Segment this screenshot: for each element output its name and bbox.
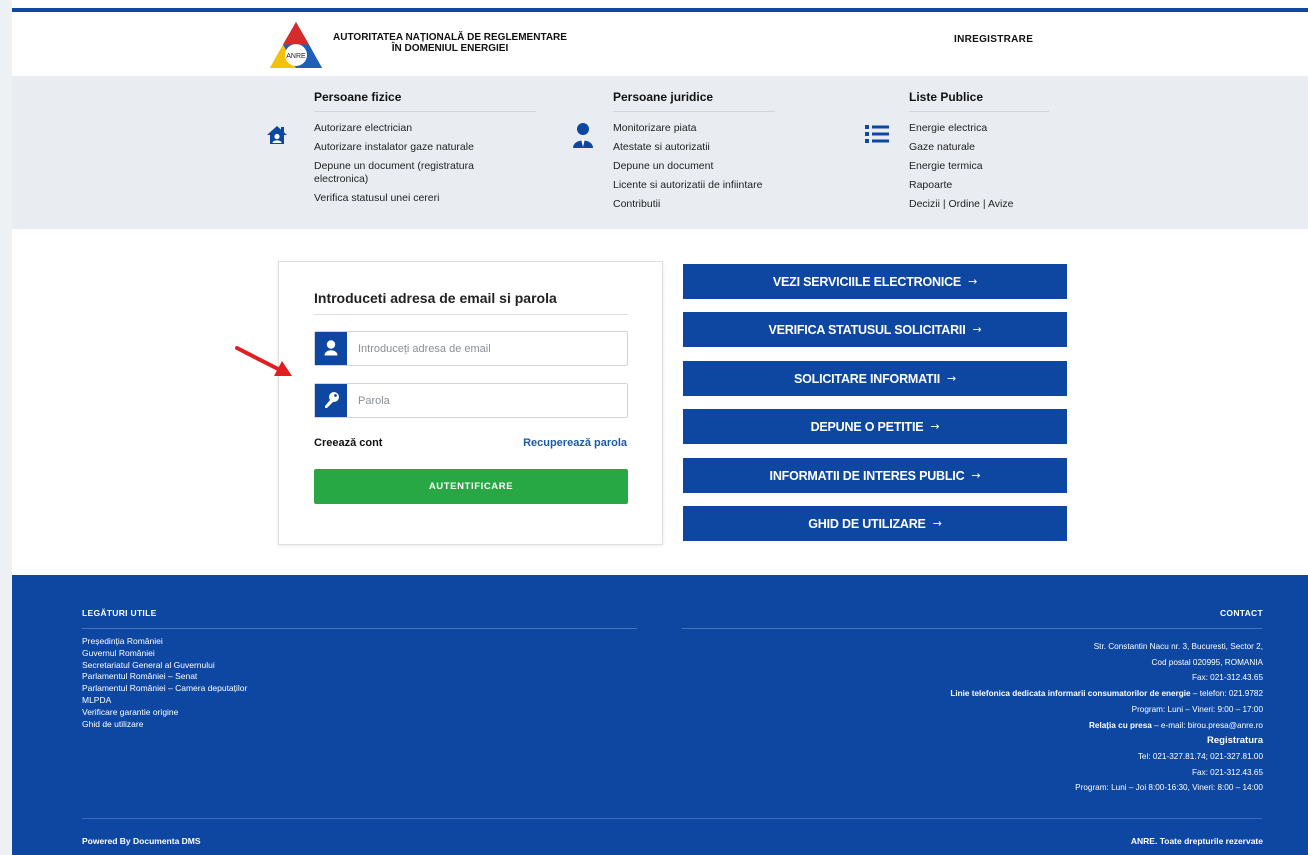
logo-text: ANRE xyxy=(286,53,306,60)
action-label: INFORMATII DE INTERES PUBLIC xyxy=(769,468,965,483)
footer-link-presidency[interactable]: Președinția României xyxy=(82,636,247,648)
nav-persons-title: Persoane fizice xyxy=(314,90,402,104)
annotation-arrow-icon xyxy=(235,346,292,376)
organization-name: AUTORITATEA NAȚIONALĂ DE REGLEMENTARE ÎN… xyxy=(330,32,570,54)
footer-link-government[interactable]: Guvernul României xyxy=(82,648,247,660)
footer-link-senate[interactable]: Parlamentul României – Senat xyxy=(82,671,247,683)
useful-links-list: Președinția României Guvernul României S… xyxy=(82,636,247,730)
footer-link-chamber[interactable]: Parlamentul României – Camera deputațilo… xyxy=(82,683,247,695)
press-email[interactable]: – e-mail: birou.presa@anre.ro xyxy=(1152,721,1263,730)
register-link[interactable]: INREGISTRARE xyxy=(954,34,1033,45)
org-name-line2: ÎN DOMENIUL ENERGIEI xyxy=(391,43,509,54)
footer-link-secretariat[interactable]: Secretariatul General al Guvernului xyxy=(82,660,247,672)
password-input[interactable] xyxy=(358,391,618,411)
main-navigation: Persoane fizice Autorizare electrician A… xyxy=(12,76,1308,229)
arrow-right-icon: → xyxy=(947,372,957,385)
nav-public-lists-title: Liste Publice xyxy=(909,90,984,104)
create-account-link[interactable]: Creează cont xyxy=(314,437,382,449)
nav-item-decisions[interactable]: Decizii | Ordine | Avize xyxy=(909,198,1109,211)
recover-password-link[interactable]: Recuperează parola xyxy=(523,437,627,449)
nav-item-licenses[interactable]: Licente si autorizatii de infiintare xyxy=(613,179,813,192)
hotline-phone: – telefon: 021.9782 xyxy=(1190,689,1263,699)
view-e-services-button[interactable]: VEZI SERVICIILE ELECTRONICE → xyxy=(683,264,1067,299)
contact-address: Str. Constantin Nacu nr. 3, Bucuresti, S… xyxy=(1093,642,1263,651)
nav-item-electrician[interactable]: Autorizare electrician xyxy=(314,122,514,135)
password-field[interactable] xyxy=(314,383,628,418)
arrow-right-icon: → xyxy=(930,420,940,433)
nav-item-thermal-energy[interactable]: Energie termica xyxy=(909,160,1109,173)
nav-item-contributions[interactable]: Contributii xyxy=(613,198,813,211)
action-label: GHID DE UTILIZARE xyxy=(808,516,926,531)
contact-postal: Cod postal 020995, ROMANIA xyxy=(1151,657,1264,667)
nav-public-lists-divider xyxy=(909,111,1049,112)
contact-program: Program: Luni – Vineri: 9:00 – 17:00 xyxy=(1131,704,1263,714)
nav-item-certificates[interactable]: Atestate si autorizatii xyxy=(613,141,813,154)
contact-hotline: Linie telefonica dedicata informarii con… xyxy=(950,686,1263,702)
anre-logo[interactable]: ANRE xyxy=(268,20,324,72)
arrow-right-icon: → xyxy=(968,275,978,288)
nav-item-company-document[interactable]: Depune un document xyxy=(613,160,813,173)
page: ANRE AUTORITATEA NAȚIONALĂ DE REGLEMENTA… xyxy=(12,0,1308,855)
nav-item-natural-gas[interactable]: Gaze naturale xyxy=(909,141,1109,154)
nav-public-lists-list: Energie electrica Gaze naturale Energie … xyxy=(909,122,1109,217)
useful-links-title: LEGĂTURI UTILE xyxy=(82,608,157,618)
nav-companies-list: Monitorizare piata Atestate si autorizat… xyxy=(613,122,813,217)
action-label: SOLICITARE INFORMATII xyxy=(793,371,940,386)
login-title: Introduceti adresa de email si parola xyxy=(314,290,557,306)
footer-link-origin-guarantee[interactable]: Verificare garantie origine xyxy=(82,707,247,719)
nav-item-electric-energy[interactable]: Energie electrica xyxy=(909,122,1109,135)
nav-item-gas-installer[interactable]: Autorizare instalator gaze naturale xyxy=(314,141,514,154)
check-request-status-button[interactable]: VERIFICA STATUSUL SOLICITARII → xyxy=(683,312,1067,347)
business-person-icon xyxy=(572,122,594,153)
nav-item-market-monitoring[interactable]: Monitorizare piata xyxy=(613,122,813,135)
site-footer: LEGĂTURI UTILE CONTACT Președinția Român… xyxy=(12,575,1308,855)
arrow-right-icon: → xyxy=(971,469,981,482)
org-name-line1: AUTORITATEA NAȚIONALĂ DE REGLEMENTARE xyxy=(333,32,567,43)
email-field[interactable] xyxy=(314,331,628,366)
registry-program: Program: Luni – Joi 8:00-16:30, Vineri: … xyxy=(1075,783,1263,793)
home-icon xyxy=(266,125,288,150)
press-label: Relația cu presa xyxy=(1089,720,1152,730)
email-input[interactable] xyxy=(358,339,618,359)
footer-divider-left xyxy=(82,628,637,629)
arrow-right-icon: → xyxy=(972,323,982,336)
contact-info: Str. Constantin Nacu nr. 3, Bucuresti, S… xyxy=(950,639,1263,796)
footer-link-mlpda[interactable]: MLPDA xyxy=(82,695,247,707)
user-guide-button[interactable]: GHID DE UTILIZARE → xyxy=(683,506,1067,541)
footer-link-user-guide[interactable]: Ghid de utilizare xyxy=(82,719,247,731)
action-label: VERIFICA STATUSUL SOLICITARII xyxy=(768,322,966,337)
registry-tel: Tel: 021-327.81.74; 021-327.81.00 xyxy=(1137,751,1263,761)
login-card: Introduceti adresa de email si parola In… xyxy=(278,261,663,545)
login-button[interactable]: AUTENTIFICARE xyxy=(314,469,628,504)
nav-item-request-status[interactable]: Verifica statusul unei cereri xyxy=(314,192,514,205)
footer-divider-right xyxy=(682,628,1262,629)
powered-by: Powered By Documenta DMS xyxy=(82,836,201,846)
key-icon xyxy=(315,384,347,417)
public-interest-info-button[interactable]: INFORMATII DE INTERES PUBLIC → xyxy=(683,458,1067,493)
arrow-right-icon: → xyxy=(932,517,942,530)
nav-item-reports[interactable]: Rapoarte xyxy=(909,179,1109,192)
contact-title: CONTACT xyxy=(1219,608,1263,618)
action-label: VEZI SERVICIILE ELECTRONICE xyxy=(772,274,962,289)
list-icon xyxy=(865,124,889,149)
footer-divider-bottom xyxy=(82,818,1262,819)
contact-fax: Fax: 021-312.43.65 xyxy=(1191,673,1263,683)
nav-companies-title: Persoane juridice xyxy=(613,90,714,104)
nav-persons-list: Autorizare electrician Autorizare instal… xyxy=(314,122,514,211)
nav-item-submit-document[interactable]: Depune un document (registratura electro… xyxy=(314,160,514,186)
site-header: ANRE AUTORITATEA NAȚIONALĂ DE REGLEMENTA… xyxy=(12,12,1308,76)
user-icon xyxy=(315,332,347,365)
copyright: ANRE. Toate drepturile rezervate xyxy=(1130,836,1263,846)
registry-title: Registratura xyxy=(1207,735,1263,747)
nav-persons-divider xyxy=(314,111,536,112)
contact-press: Relația cu presa – e-mail: birou.presa@a… xyxy=(950,718,1263,734)
nav-companies-divider xyxy=(613,111,775,112)
action-label: DEPUNE O PETITIE xyxy=(810,419,924,434)
submit-petition-button[interactable]: DEPUNE O PETITIE → xyxy=(683,409,1067,444)
hotline-label: Linie telefonica dedicata informarii con… xyxy=(950,689,1191,699)
login-divider xyxy=(314,314,628,315)
registry-fax: Fax: 021-312.43.65 xyxy=(1191,767,1263,777)
request-information-button[interactable]: SOLICITARE INFORMATII → xyxy=(683,361,1067,396)
main-content: Introduceti adresa de email si parola In… xyxy=(12,229,1308,575)
